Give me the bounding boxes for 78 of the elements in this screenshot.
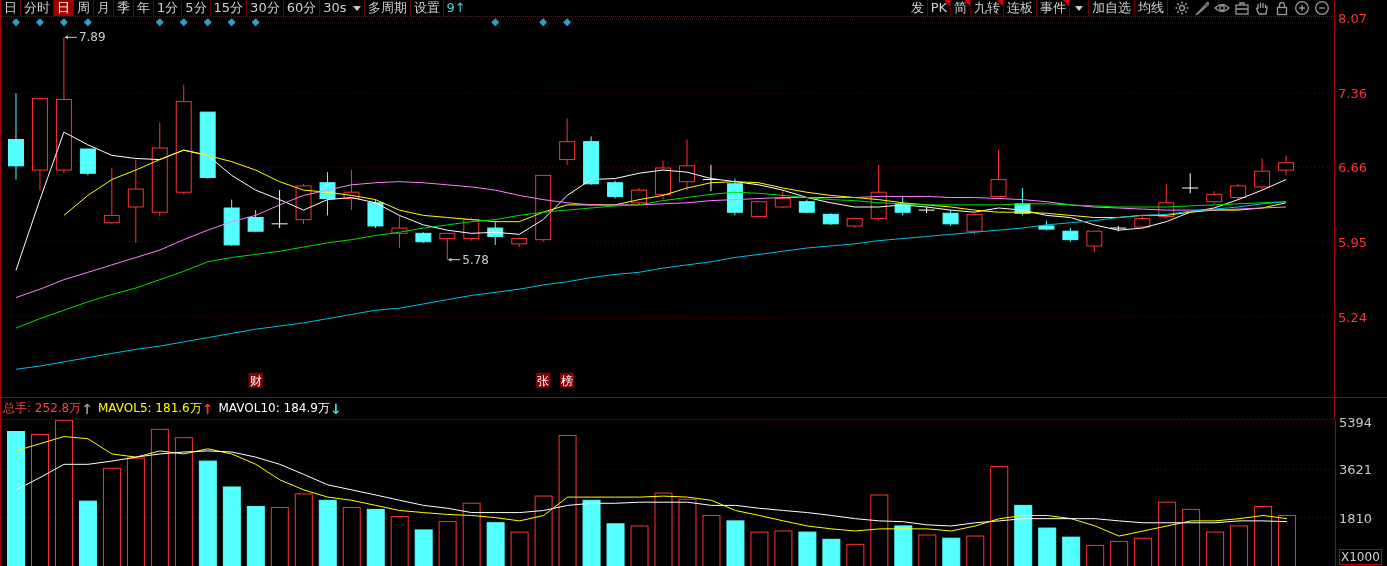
axis-label: 5.95 bbox=[1338, 234, 1367, 250]
period-tab[interactable]: 30分 bbox=[247, 0, 284, 16]
volume-bar bbox=[78, 500, 97, 566]
settings-icon[interactable] bbox=[1174, 0, 1191, 16]
volume-legend-text: ↓ bbox=[329, 400, 342, 417]
caret-icon bbox=[1075, 5, 1084, 11]
axis-label: 6.66 bbox=[1338, 159, 1367, 175]
zoom-out-icon[interactable] bbox=[1314, 0, 1331, 16]
volume-bar bbox=[606, 523, 625, 566]
zoom-in-icon[interactable] bbox=[1294, 0, 1311, 16]
volume-bar bbox=[1038, 527, 1057, 566]
period-tab[interactable]: 日 bbox=[54, 0, 74, 16]
event-tag[interactable]: 张 bbox=[536, 372, 551, 388]
hand-icon[interactable] bbox=[1254, 0, 1271, 16]
caret-icon bbox=[352, 5, 361, 11]
volume-bar bbox=[822, 538, 841, 566]
event-marker-icon[interactable] bbox=[35, 18, 44, 27]
event-tag[interactable]: 榜 bbox=[560, 372, 575, 388]
volume-bar bbox=[582, 499, 601, 566]
event-marker-icon[interactable] bbox=[179, 18, 188, 27]
axis-label: 8.07 bbox=[1338, 11, 1367, 27]
feather-icon[interactable] bbox=[1194, 0, 1211, 16]
event-marker-icon[interactable] bbox=[251, 18, 260, 27]
toolbar-button[interactable]: 加自选 bbox=[1089, 0, 1136, 16]
toolbar-button[interactable]: 九转 bbox=[971, 0, 1005, 16]
event-marker-icon[interactable] bbox=[563, 18, 572, 27]
event-marker-icon[interactable] bbox=[12, 18, 20, 27]
axis-label: 1810 bbox=[1339, 510, 1373, 526]
volume-legend-text: MAVOL10: 184.9万 bbox=[218, 400, 330, 417]
volume-bar bbox=[942, 537, 961, 566]
period-tab[interactable]: 年 bbox=[134, 0, 154, 16]
event-marker-icon[interactable] bbox=[539, 18, 548, 27]
axis-label: 3621 bbox=[1339, 462, 1373, 478]
candlestick bbox=[559, 117, 576, 166]
volume-legend-text: ↑ bbox=[201, 400, 214, 417]
candlestick bbox=[79, 148, 96, 176]
volume-bar bbox=[798, 531, 817, 566]
event-marker-icon[interactable] bbox=[491, 18, 500, 27]
event-marker-icon[interactable] bbox=[83, 18, 92, 27]
toolbar-button[interactable]: 连板 bbox=[1004, 0, 1038, 16]
event-marker-icon[interactable] bbox=[203, 18, 212, 27]
event-marker-icon[interactable] bbox=[59, 18, 68, 27]
toolbar-button[interactable]: 均线 bbox=[1135, 0, 1169, 16]
volume-legend-text: MAVOL5: 181.6万 bbox=[97, 400, 202, 417]
event-tag[interactable]: 财 bbox=[248, 372, 263, 388]
candlestick bbox=[199, 111, 216, 179]
candlestick bbox=[487, 221, 504, 246]
axis-label: 5.24 bbox=[1338, 309, 1367, 325]
volume-bar bbox=[1014, 504, 1033, 566]
volume-bar bbox=[414, 529, 433, 566]
price-label: 7.89 bbox=[78, 30, 106, 45]
leader-line bbox=[64, 35, 78, 40]
candlestick bbox=[535, 174, 552, 243]
period-tab[interactable]: 周 bbox=[74, 0, 94, 16]
volume-bar bbox=[318, 499, 337, 566]
volume-bar bbox=[894, 525, 913, 566]
volume-bar bbox=[1062, 536, 1081, 566]
candlestick bbox=[247, 209, 264, 233]
volume-legend-text: 总手: 252.8万 bbox=[3, 400, 82, 417]
leader-line bbox=[447, 257, 461, 262]
event-marker-icon[interactable] bbox=[155, 18, 164, 27]
toolbox-icon[interactable] bbox=[1234, 0, 1251, 16]
candlestick bbox=[223, 199, 240, 247]
period-tab[interactable]: 季 bbox=[114, 0, 134, 16]
event-marker-icon[interactable] bbox=[227, 18, 236, 27]
axis-label: 5394 bbox=[1339, 415, 1373, 430]
toolbar-button[interactable]: 事件 bbox=[1037, 0, 1071, 16]
period-tab[interactable]: 月 bbox=[94, 0, 114, 16]
volume-legend-text: ↑ bbox=[81, 400, 93, 417]
period-tab[interactable]: 分时 bbox=[21, 0, 54, 16]
volume-bar bbox=[726, 520, 745, 566]
volume-bar bbox=[486, 522, 505, 566]
price-label: 5.78 bbox=[462, 252, 489, 267]
volume-bar bbox=[366, 508, 385, 566]
unit-label: X1000 bbox=[1339, 549, 1382, 565]
toolbar-button[interactable]: 简 bbox=[951, 0, 972, 16]
axis-label: 7.36 bbox=[1338, 86, 1367, 101]
volume-bar bbox=[246, 505, 265, 566]
